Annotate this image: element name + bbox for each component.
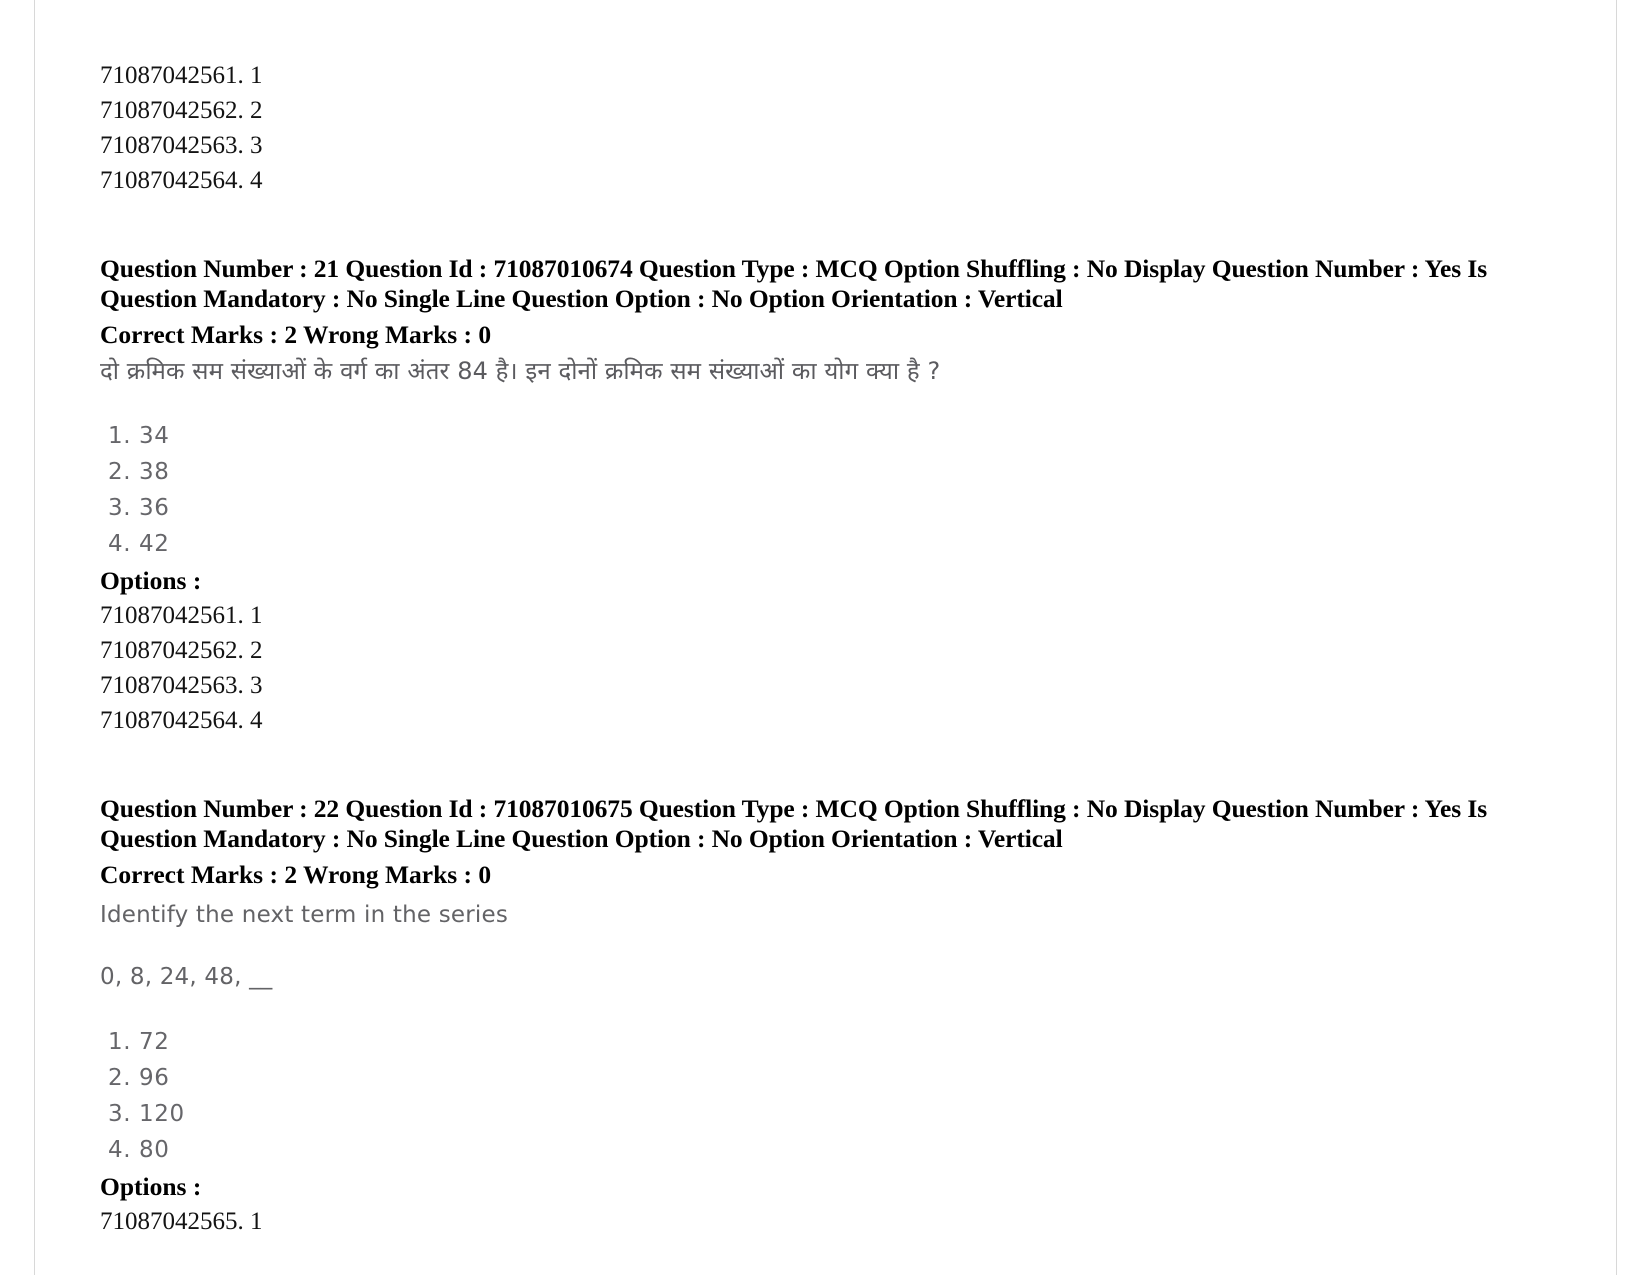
choice-item[interactable]: 2. 96	[108, 1060, 1520, 1096]
option-id-row: 71087042561. 1	[100, 602, 263, 629]
question-meta-line-2: Question Mandatory : No Single Line Ques…	[100, 284, 1063, 313]
choice-item[interactable]: 3. 120	[108, 1096, 1520, 1132]
page-left-rule	[34, 0, 35, 1275]
choice-item[interactable]: 1. 72	[108, 1024, 1520, 1060]
option-id-row: 71087042562. 2	[100, 637, 263, 664]
option-id-list: 71087042565. 1	[100, 1204, 1520, 1239]
choice-list: 1. 72 2. 96 3. 120 4. 80	[100, 1024, 1520, 1168]
question-marks: Correct Marks : 2 Wrong Marks : 0	[100, 860, 492, 889]
options-label: Options :	[100, 566, 202, 595]
option-id-row: 71087042562. 2	[100, 97, 263, 124]
options-label: Options :	[100, 1172, 202, 1201]
option-id-row: 71087042564. 4	[100, 707, 263, 734]
choice-item[interactable]: 4. 80	[108, 1132, 1520, 1168]
choice-item[interactable]: 1. 34	[108, 418, 1520, 454]
option-id-row: 71087042564. 4	[100, 167, 263, 194]
page-content: 71087042561. 1 71087042562. 2 7108704256…	[100, 0, 1520, 1239]
question-block-21: Question Number : 21 Question Id : 71087…	[100, 254, 1520, 738]
option-id-row: 71087042563. 3	[100, 132, 263, 159]
choice-list: 1. 34 2. 38 3. 36 4. 42	[100, 418, 1520, 562]
choice-item[interactable]: 2. 38	[108, 454, 1520, 490]
question-meta-line-2: Question Mandatory : No Single Line Ques…	[100, 824, 1063, 853]
question-meta-line-1: Question Number : 22 Question Id : 71087…	[100, 794, 1488, 823]
question-text: Identify the next term in the series	[100, 902, 509, 928]
option-id-list: 71087042561. 1 71087042562. 2 7108704256…	[100, 598, 1520, 738]
option-id-row: 71087042563. 3	[100, 672, 263, 699]
question-series: 0, 8, 24, 48, __	[100, 964, 273, 990]
choice-item[interactable]: 3. 36	[108, 490, 1520, 526]
question-meta-line-1: Question Number : 21 Question Id : 71087…	[100, 254, 1488, 283]
question-block-22: Question Number : 22 Question Id : 71087…	[100, 794, 1520, 1239]
option-id-row: 71087042565. 1	[100, 1208, 263, 1235]
option-id-row: 71087042561. 1	[100, 62, 263, 89]
choice-item[interactable]: 4. 42	[108, 526, 1520, 562]
question-marks: Correct Marks : 2 Wrong Marks : 0	[100, 320, 492, 349]
question-text: दो क्रमिक सम संख्याओं के वर्ग का अंतर 84…	[100, 357, 941, 385]
page-right-rule	[1616, 0, 1617, 1275]
option-id-list: 71087042561. 1 71087042562. 2 7108704256…	[100, 58, 1520, 198]
document-page: 71087042561. 1 71087042562. 2 7108704256…	[0, 0, 1650, 1275]
